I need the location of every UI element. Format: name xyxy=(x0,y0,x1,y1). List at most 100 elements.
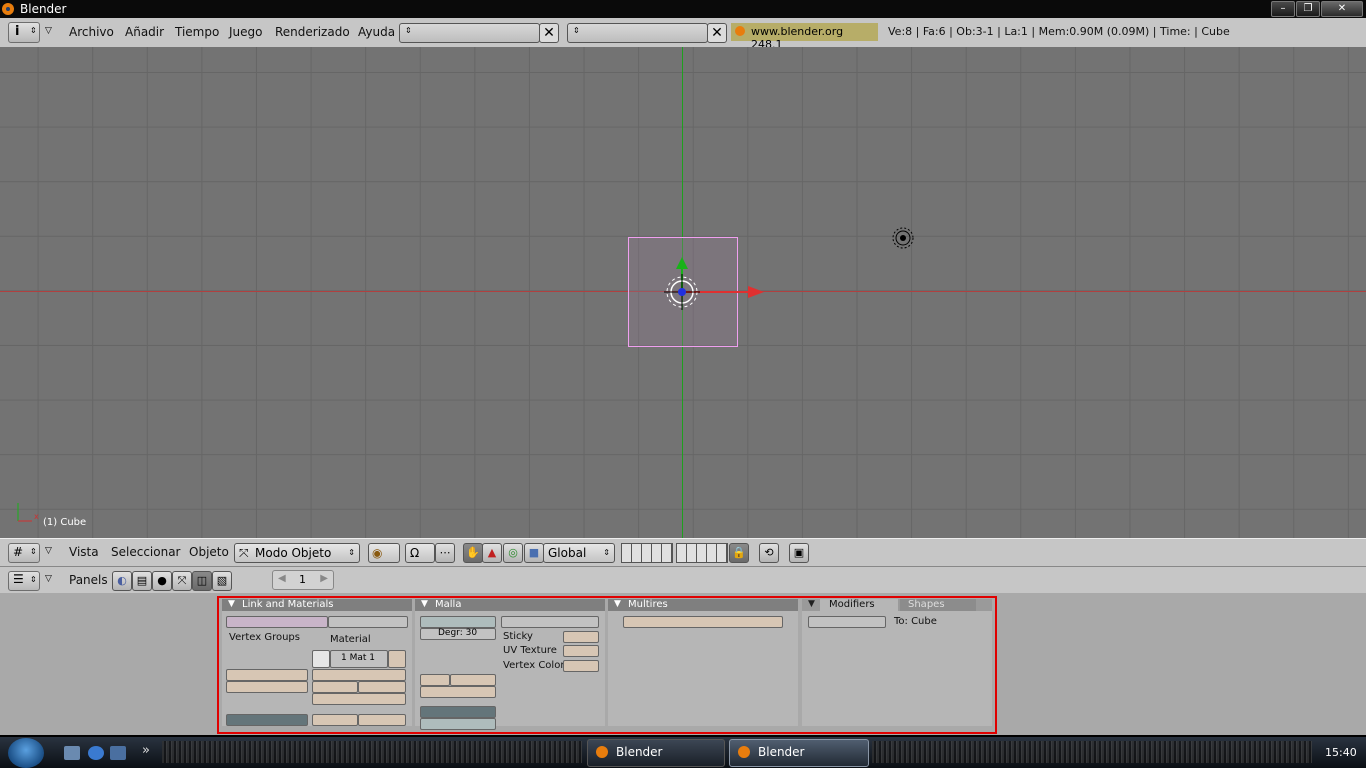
switch-windows-icon[interactable] xyxy=(110,746,126,760)
screen-selector[interactable]: ⇕ xyxy=(399,23,540,43)
texmesh-field[interactable] xyxy=(501,616,599,628)
manipulator-toggle-button[interactable]: ✋ xyxy=(463,543,483,563)
shading-context-icon[interactable]: ● xyxy=(152,571,172,591)
menu-objeto[interactable]: Objeto xyxy=(189,545,229,559)
set-smooth-material-button[interactable] xyxy=(358,714,406,726)
panel-header[interactable]: ▼ Link and Materials xyxy=(222,599,412,611)
minimize-button[interactable]: – xyxy=(1271,1,1295,17)
panel-malla: ▼ Malla Degr: 30 Sticky UV Texture Verte… xyxy=(415,599,605,730)
close-window-button[interactable]: ✕ xyxy=(1321,1,1363,17)
sticky-button[interactable] xyxy=(563,631,599,643)
lamp-object-icon[interactable] xyxy=(890,225,916,251)
set-smooth-button[interactable] xyxy=(226,714,308,726)
editor-type-selector[interactable]: i ⇕ xyxy=(8,22,40,43)
mode-selector[interactable]: ⤧ Modo Objeto ⇕ xyxy=(234,543,360,563)
render-preview-icon[interactable]: ▣ xyxy=(789,543,809,563)
layer-buttons-group-2[interactable] xyxy=(676,543,728,563)
buttons-window-icon: ☰ xyxy=(13,572,24,586)
blender-logo-icon xyxy=(735,26,745,36)
panel-header[interactable]: ▼ Multires xyxy=(608,599,798,611)
vertex-groups-label: Vertex Groups xyxy=(229,632,300,643)
vgroup-assign-button[interactable] xyxy=(226,681,308,693)
delete-screen-button[interactable]: ✕ xyxy=(539,23,559,43)
material-color-button[interactable] xyxy=(388,650,406,668)
internet-explorer-icon[interactable] xyxy=(88,746,104,760)
apply-decimator-button[interactable] xyxy=(420,686,496,698)
more-quicklaunch-icon[interactable]: » xyxy=(142,743,150,758)
collapse-menu-arrow-icon[interactable]: ▽ xyxy=(45,26,52,36)
material-new-button[interactable] xyxy=(312,669,406,681)
add-multires-button[interactable] xyxy=(623,616,783,628)
tab-shapes[interactable]: Shapes xyxy=(900,599,976,611)
editor-type-buttons-selector[interactable]: ☰ ⇕ xyxy=(8,571,40,591)
scale-manipulator-button[interactable]: ■ xyxy=(524,543,544,563)
layer-buttons-group-1[interactable] xyxy=(621,543,673,563)
delete-scene-button[interactable]: ✕ xyxy=(707,23,727,43)
updown-arrows-icon: ⇕ xyxy=(30,26,37,35)
add-modifier-button[interactable] xyxy=(808,616,886,628)
auto-smooth-button[interactable] xyxy=(420,616,496,628)
editor-type-3dview-selector[interactable]: # ⇕ xyxy=(8,543,40,563)
material-label: Material xyxy=(330,634,371,645)
scene-context-icon[interactable]: ▧ xyxy=(212,571,232,591)
editing-context-icon[interactable]: ◫ xyxy=(192,571,212,591)
menu-anadir[interactable]: Añadir xyxy=(125,25,164,39)
menu-vista[interactable]: Vista xyxy=(69,545,99,559)
snap-toggle-icon[interactable]: ⟲ xyxy=(759,543,779,563)
menu-renderizado[interactable]: Renderizado xyxy=(275,25,350,39)
collapse-menu-arrow-icon[interactable]: ▽ xyxy=(45,574,52,584)
vertex-color-button[interactable] xyxy=(563,660,599,672)
show-desktop-icon[interactable] xyxy=(64,746,80,760)
logic-context-icon[interactable]: ◐ xyxy=(112,571,132,591)
script-context-icon[interactable]: ▤ xyxy=(132,571,152,591)
start-button[interactable] xyxy=(8,738,44,768)
transform-orientation-selector[interactable]: Global ⇕ xyxy=(543,543,615,563)
blender-logo-icon xyxy=(738,746,750,758)
material-index-counter[interactable]: 1 Mat 1 xyxy=(330,650,388,668)
menu-archivo[interactable]: Archivo xyxy=(69,25,114,39)
translate-manipulator-button[interactable]: ▲ xyxy=(482,543,502,563)
restore-button[interactable]: ❐ xyxy=(1296,1,1320,17)
panel-header[interactable]: ▼ Malla xyxy=(415,599,605,611)
draw-type-selector[interactable]: ◉ xyxy=(368,543,400,563)
tab-modifiers[interactable]: Modifiers xyxy=(820,599,898,611)
lock-layers-icon[interactable]: 🔒 xyxy=(729,543,749,563)
panel-header[interactable]: ▼ Modifiers Shapes xyxy=(802,599,992,611)
taskbar-task-blender-1[interactable]: Blender xyxy=(587,739,725,767)
updown-arrows-icon: ⇕ xyxy=(573,26,580,35)
menu-juego[interactable]: Juego xyxy=(229,25,263,39)
set-solid-button[interactable] xyxy=(312,714,358,726)
window-titlebar: Blender – ❐ ✕ xyxy=(0,0,1366,18)
vgroup-new-button[interactable] xyxy=(226,669,308,681)
taskbar-clock[interactable]: 15:40 xyxy=(1325,746,1357,759)
collapse-menu-arrow-icon[interactable]: ▽ xyxy=(45,546,52,556)
material-color-swatch[interactable] xyxy=(312,650,330,668)
panels-label[interactable]: Panels xyxy=(69,573,108,587)
decimator-button-left[interactable] xyxy=(420,674,450,686)
material-assign-button[interactable] xyxy=(312,693,406,705)
panel-modifiers: ▼ Modifiers Shapes To: Cube xyxy=(802,599,992,726)
menu-seleccionar[interactable]: Seleccionar xyxy=(111,545,180,559)
3d-view-header: # ⇕ ▽ Vista Seleccionar Objeto ⤧ Modo Ob… xyxy=(0,538,1366,566)
transform-manipulator[interactable] xyxy=(640,197,780,317)
3d-viewport[interactable]: x (1) Cube xyxy=(0,47,1366,538)
degr-field[interactable]: Degr: 30 xyxy=(420,628,496,640)
uv-texture-button[interactable] xyxy=(563,645,599,657)
double-sided-button[interactable] xyxy=(420,718,496,730)
pivot-selector[interactable]: Ω xyxy=(405,543,435,563)
menu-ayuda[interactable]: Ayuda xyxy=(358,25,395,39)
mesh-name-field[interactable] xyxy=(226,616,328,628)
center-button[interactable] xyxy=(420,706,496,718)
taskbar-task-blender-2[interactable]: Blender xyxy=(729,739,869,767)
rotate-manipulator-button[interactable]: ◎ xyxy=(503,543,523,563)
align-pivot-button[interactable]: ⋯ xyxy=(435,543,455,563)
menu-tiempo[interactable]: Tiempo xyxy=(175,25,219,39)
scene-selector[interactable]: ⇕ xyxy=(567,23,708,43)
frame-number-field[interactable]: ◀ 1 ▶ xyxy=(272,570,334,590)
object-name-field[interactable] xyxy=(328,616,408,628)
material-select-button[interactable] xyxy=(312,681,358,693)
object-context-icon[interactable]: ⤧ xyxy=(172,571,192,591)
decimator-button-right[interactable] xyxy=(450,674,496,686)
material-deselect-button[interactable] xyxy=(358,681,406,693)
orientation-label: Global xyxy=(548,546,587,560)
